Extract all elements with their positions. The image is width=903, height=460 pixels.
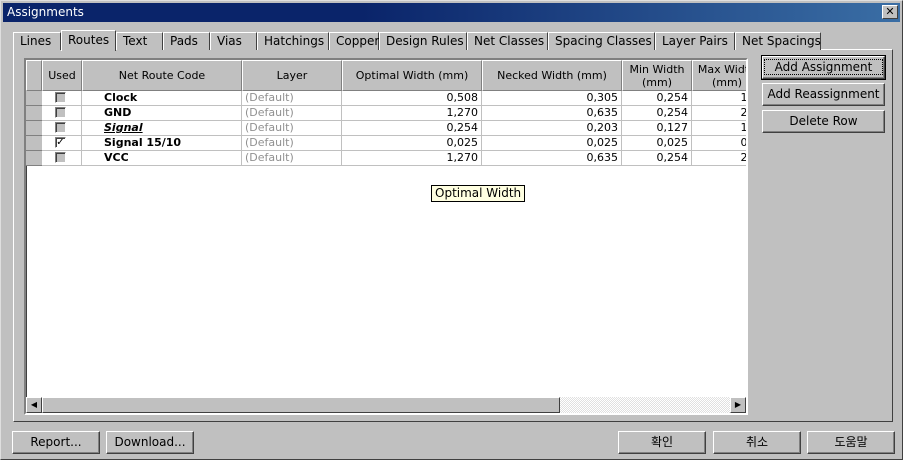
add-assignment-label: Add Assignment: [763, 59, 884, 75]
tab-spacing-classes[interactable]: Spacing Classes: [548, 32, 655, 50]
row-header[interactable]: [26, 91, 42, 106]
used-cell: [42, 151, 82, 166]
code-cell[interactable]: Clock: [82, 91, 242, 106]
min-cell[interactable]: 0,254: [622, 151, 692, 166]
layer-cell[interactable]: (Default): [242, 121, 342, 136]
used-cell: [42, 106, 82, 121]
layer-cell[interactable]: (Default): [242, 151, 342, 166]
min-cell[interactable]: 0,254: [622, 106, 692, 121]
tab-text[interactable]: Text: [116, 32, 163, 50]
download-button[interactable]: Download...: [106, 431, 194, 454]
cancel-button[interactable]: 취소: [713, 431, 801, 454]
code-cell[interactable]: Signal 15/10: [82, 136, 242, 151]
layer-cell[interactable]: (Default): [242, 91, 342, 106]
code-cell[interactable]: Signal: [82, 121, 242, 136]
column-header[interactable]: Max Width (mm): [692, 60, 746, 91]
max-cell[interactable]: 0,0: [692, 136, 746, 151]
delete-row-button[interactable]: Delete Row: [762, 110, 885, 133]
optimal-cell[interactable]: 0,025: [342, 136, 482, 151]
add-reassignment-button[interactable]: Add Reassignment: [762, 83, 885, 106]
row-header[interactable]: [26, 106, 42, 121]
routes-grid[interactable]: ◀ ▶ Used Net Route Code Layer Optimal Width…: [24, 58, 748, 415]
max-cell[interactable]: 2,5: [692, 151, 746, 166]
column-header[interactable]: Layer: [242, 60, 342, 91]
optimal-cell[interactable]: 1,270: [342, 151, 482, 166]
tab-net-spacings[interactable]: Net Spacings: [735, 32, 821, 50]
layer-cell[interactable]: (Default): [242, 106, 342, 121]
necked-cell[interactable]: 0,025: [482, 136, 622, 151]
row-header[interactable]: [26, 136, 42, 151]
necked-cell[interactable]: 0,305: [482, 91, 622, 106]
optimal-cell[interactable]: 0,254: [342, 121, 482, 136]
row-header[interactable]: [26, 121, 42, 136]
optimal-cell[interactable]: 0,508: [342, 91, 482, 106]
used-checkbox[interactable]: [55, 107, 66, 118]
report-button[interactable]: Report...: [12, 431, 100, 454]
tab-lines[interactable]: Lines: [13, 32, 61, 50]
necked-cell[interactable]: 0,635: [482, 151, 622, 166]
grid-corner: [26, 60, 42, 91]
column-tooltip: Optimal Width: [431, 185, 526, 202]
used-cell: ✓: [42, 136, 82, 151]
necked-cell[interactable]: 0,203: [482, 121, 622, 136]
tab-layer-pairs[interactable]: Layer Pairs: [655, 32, 735, 50]
help-button[interactable]: 도움말: [807, 431, 895, 454]
column-header[interactable]: Optimal Width (mm): [342, 60, 482, 91]
max-cell[interactable]: 1,0: [692, 121, 746, 136]
scroll-right-icon: ▶: [734, 400, 742, 409]
used-cell: [42, 121, 82, 136]
min-cell[interactable]: 0,254: [622, 91, 692, 106]
column-header[interactable]: Used: [42, 60, 82, 91]
tab-vias[interactable]: Vias: [210, 32, 257, 50]
used-checkbox[interactable]: [55, 152, 66, 163]
tab-hatchings[interactable]: Hatchings: [257, 32, 329, 50]
close-button[interactable]: ✕: [882, 5, 898, 19]
tab-copper[interactable]: Copper: [329, 32, 379, 50]
ok-button[interactable]: 확인: [618, 431, 706, 454]
max-cell[interactable]: 1,0: [692, 91, 746, 106]
tab-design-rules[interactable]: Design Rules: [379, 32, 467, 50]
scroll-left-button[interactable]: ◀: [26, 397, 42, 413]
scroll-thumb[interactable]: [42, 397, 560, 413]
tab-net-classes[interactable]: Net Classes: [467, 32, 548, 50]
column-header[interactable]: Necked Width (mm): [482, 60, 622, 91]
used-checkbox[interactable]: [55, 122, 66, 133]
layer-cell[interactable]: (Default): [242, 136, 342, 151]
used-checkbox[interactable]: [55, 92, 66, 103]
used-cell: [42, 91, 82, 106]
window-title: Assignments: [7, 5, 84, 19]
scroll-left-icon: ◀: [30, 400, 38, 409]
add-assignment-button[interactable]: Add Assignment: [761, 55, 886, 80]
tab-pads[interactable]: Pads: [163, 32, 210, 50]
min-cell[interactable]: 0,025: [622, 136, 692, 151]
column-header[interactable]: Net Route Code: [82, 60, 242, 91]
used-checkbox[interactable]: ✓: [55, 137, 66, 148]
code-cell[interactable]: VCC: [82, 151, 242, 166]
scroll-right-button[interactable]: ▶: [730, 397, 746, 413]
optimal-cell[interactable]: 1,270: [342, 106, 482, 121]
row-header[interactable]: [26, 151, 42, 166]
column-header[interactable]: Min Width (mm): [622, 60, 692, 91]
necked-cell[interactable]: 0,635: [482, 106, 622, 121]
horizontal-scrollbar[interactable]: ◀ ▶: [26, 397, 746, 413]
tab-routes[interactable]: Routes: [61, 30, 116, 51]
assignments-dialog: Assignments ✕ Lines Routes Text Pads Vias Hat…: [0, 0, 903, 460]
title-bar[interactable]: Assignments ✕: [3, 3, 900, 22]
code-cell[interactable]: GND: [82, 106, 242, 121]
min-cell[interactable]: 0,127: [622, 121, 692, 136]
max-cell[interactable]: 2,5: [692, 106, 746, 121]
